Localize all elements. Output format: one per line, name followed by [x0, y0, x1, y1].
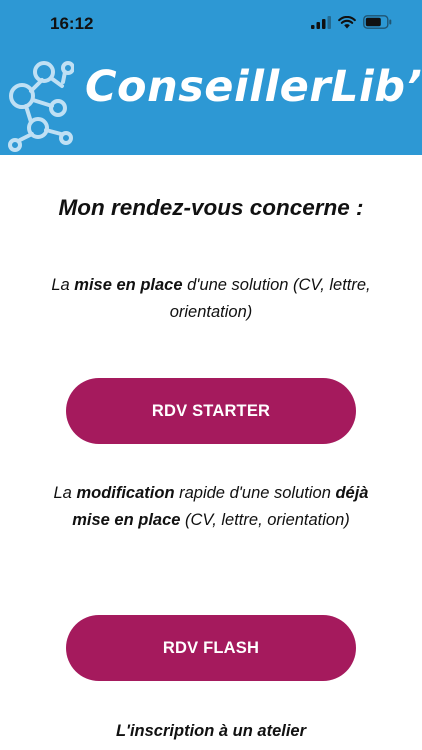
desc-text: rapide d'une solution [174, 484, 336, 502]
desc-emphasis: mise en place [74, 276, 183, 294]
rdv-flash-button[interactable]: RDV FLASH [66, 615, 356, 681]
status-bar: 16:12 [0, 0, 422, 48]
page-heading: Mon rendez-vous concerne : [58, 195, 364, 220]
desc-text: d'une solution (CV, lettre, orientation) [169, 276, 371, 321]
app-title: ConseillerLib’ [85, 62, 422, 112]
starter-description: La mise en place d'une solution (CV, let… [40, 272, 382, 326]
rdv-starter-button[interactable]: RDV STARTER [66, 378, 356, 444]
wifi-icon [338, 15, 356, 28]
status-time: 16:12 [50, 14, 94, 33]
app-header: 16:12 ConseillerLib’ [0, 0, 422, 155]
cellular-signal-icon [311, 15, 331, 29]
status-icons [311, 15, 392, 29]
desc-text: La [51, 276, 75, 294]
desc-emphasis: modification [76, 484, 175, 502]
desc-text: La [53, 484, 77, 502]
workshop-description: L'inscription à un atelier [115, 722, 307, 740]
people-network-icon [8, 61, 74, 152]
desc-text: (CV, lettre, orientation) [180, 511, 350, 529]
flash-description: La modification rapide d'une solution dé… [40, 480, 382, 534]
battery-icon [363, 15, 392, 29]
